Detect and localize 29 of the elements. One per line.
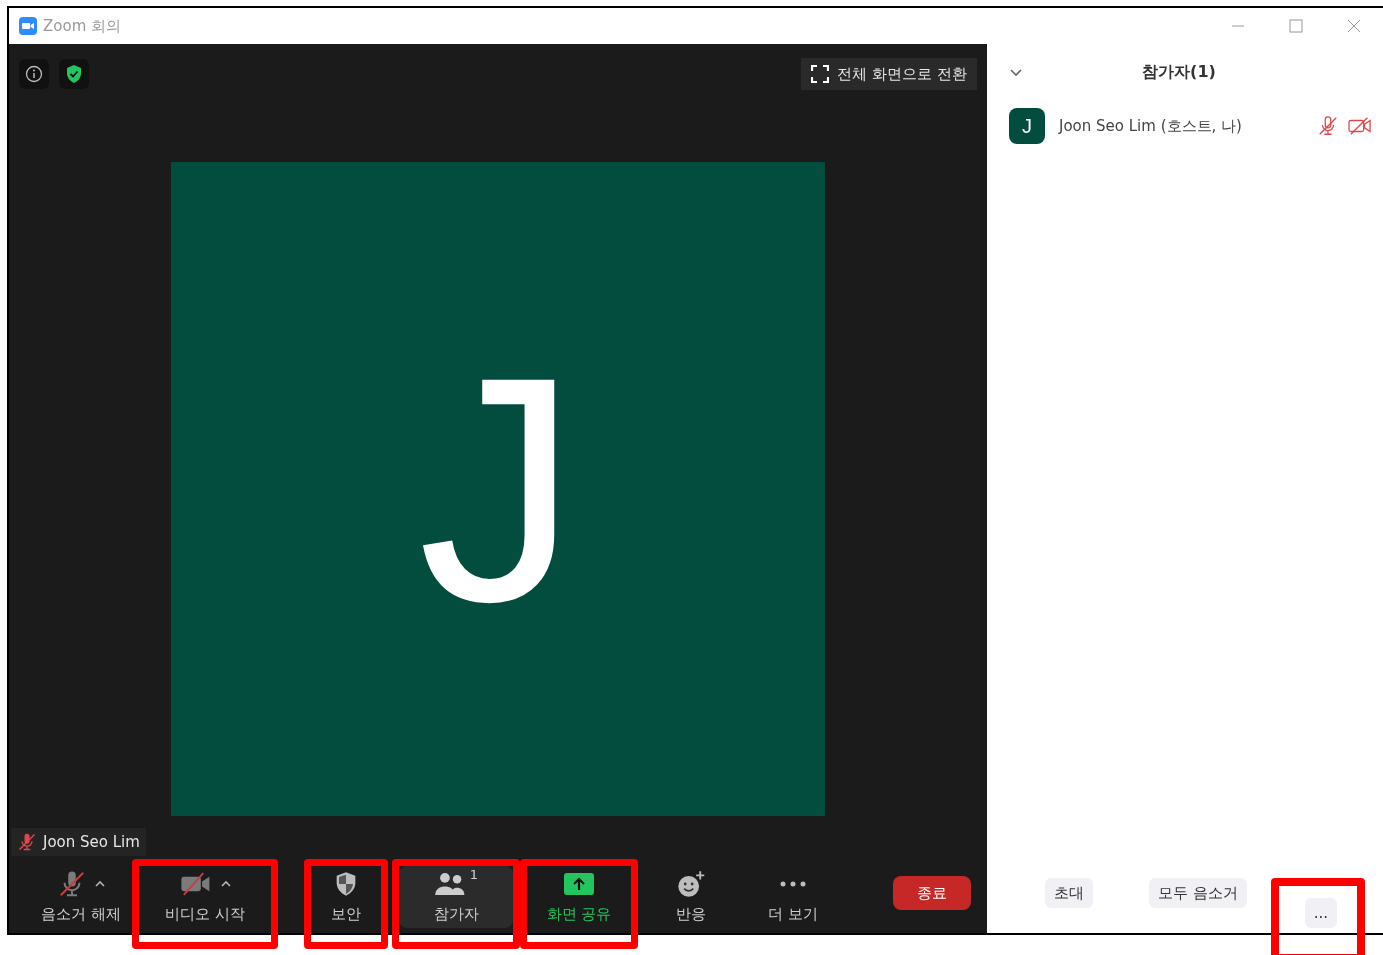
video-camera-icon: [19, 17, 37, 35]
fullscreen-button[interactable]: 전체 화면으로 전환: [801, 58, 977, 90]
caret-icon[interactable]: [95, 880, 105, 887]
end-button[interactable]: 종료: [893, 876, 971, 910]
panel-button[interactable]: 모두 음소거: [1149, 878, 1247, 908]
avatar-initial: J: [418, 309, 578, 670]
participant-name: Joon Seo Lim: [43, 833, 140, 851]
share-screen-icon: [563, 871, 595, 896]
participant-count: 1: [469, 866, 479, 882]
toolbar-button[interactable]: 반응: [643, 865, 739, 928]
fullscreen-icon: [811, 65, 830, 83]
info-icon[interactable]: [19, 59, 49, 89]
window-title: Zoom 회의: [43, 16, 121, 36]
toolbar-button[interactable]: 1 참가자: [399, 865, 513, 928]
toolbar-button[interactable]: 더 보기: [743, 865, 843, 928]
avatar: J: [1009, 108, 1045, 144]
toolbar-button[interactable]: 비디오 시작: [139, 865, 271, 928]
close-icon[interactable]: [1347, 19, 1361, 33]
smiley-plus-icon: [676, 868, 706, 899]
toolbar-button[interactable]: 음소거 해제: [23, 865, 139, 928]
shield-check-icon[interactable]: [59, 59, 89, 89]
caret-icon[interactable]: [221, 880, 231, 887]
panel-button[interactable]: 초대: [1045, 878, 1093, 908]
toolbar-button[interactable]: 화면 공유: [527, 865, 631, 928]
chevron-down-icon[interactable]: [1009, 67, 1023, 77]
participant-name: Joon Seo Lim (호스트, 나): [1059, 116, 1243, 136]
panel-title: 참가자(1): [1141, 61, 1217, 83]
panel-button[interactable]: ...: [1304, 898, 1338, 928]
toolbar-button[interactable]: 보안: [311, 865, 381, 928]
